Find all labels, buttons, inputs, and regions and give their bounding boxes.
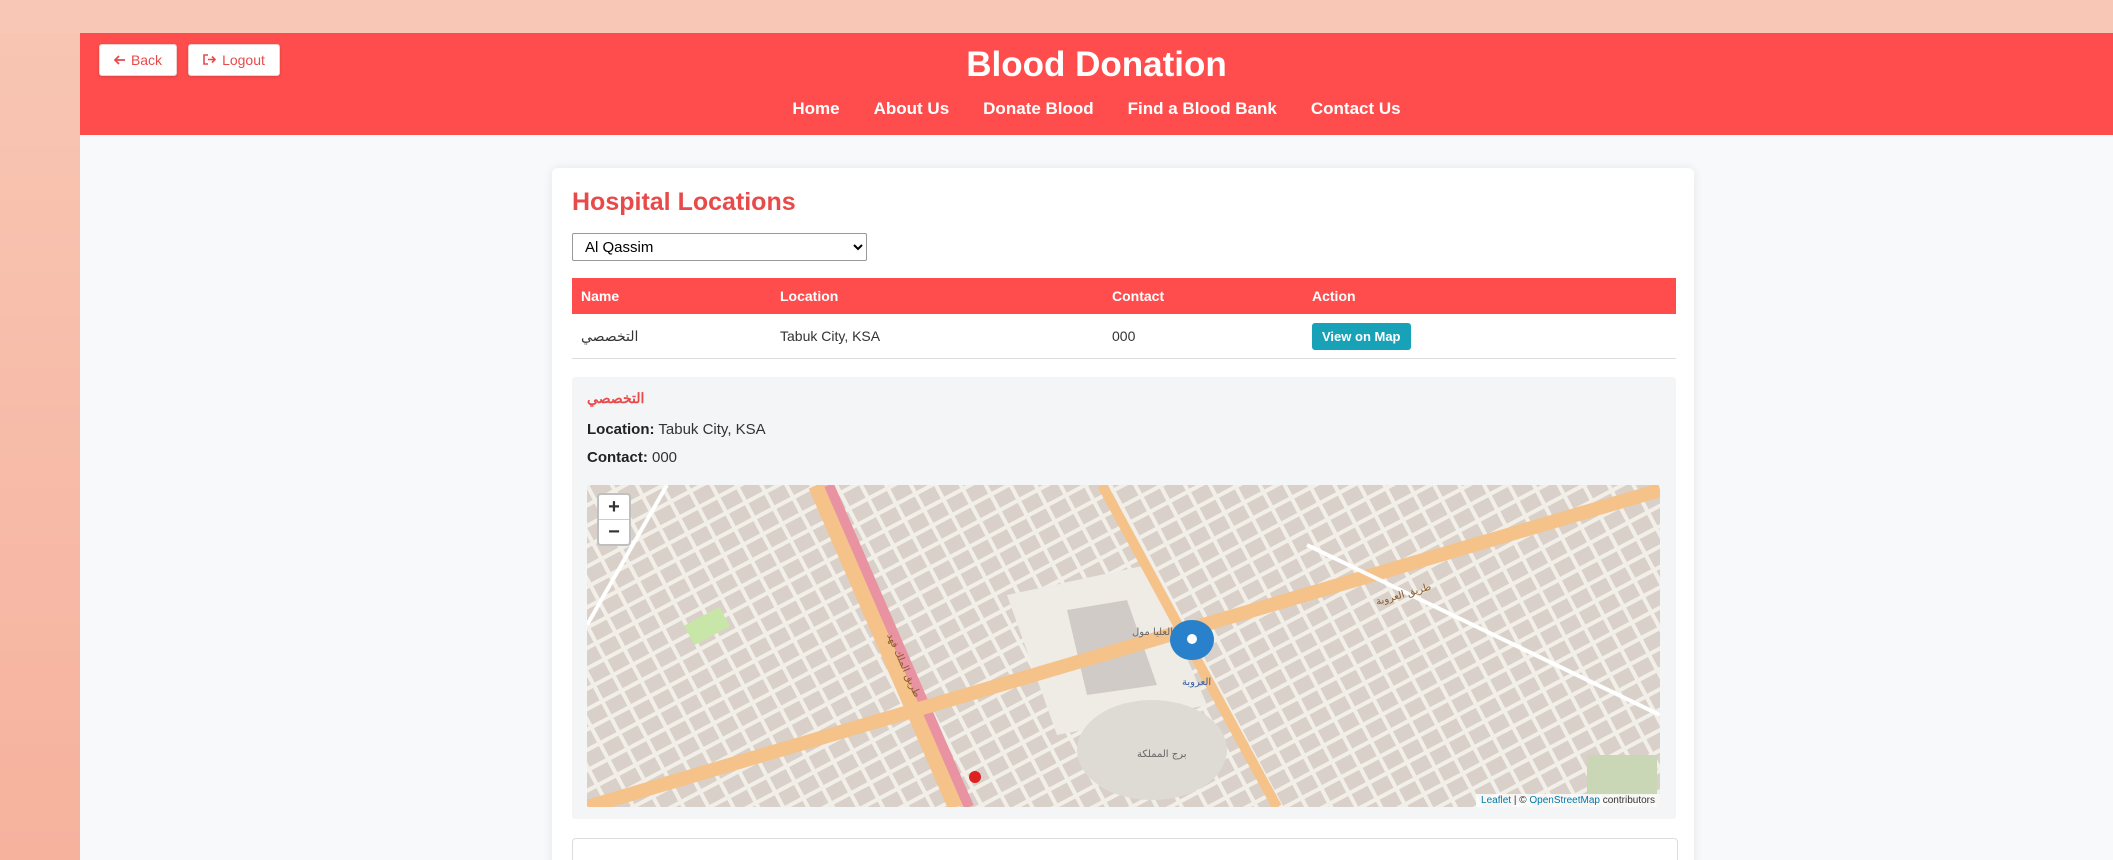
zoom-in-button[interactable]: +: [599, 495, 629, 519]
region-select[interactable]: Al Qassim: [572, 233, 867, 261]
detail-location-value: Tabuk City, KSA: [658, 421, 766, 438]
zoom-out-button[interactable]: −: [599, 519, 629, 544]
detail-location-label: Location:: [587, 421, 655, 438]
site-title: Blood Donation: [966, 45, 1227, 84]
map-label-tower: برج المملكة: [1137, 749, 1187, 760]
attribution-separator: | ©: [1511, 795, 1530, 806]
site-header: Back Logout Blood Donation Home About Us…: [80, 33, 2113, 135]
main-nav: Home About Us Donate Blood Find a Blood …: [80, 99, 2113, 119]
page-frame: Back Logout Blood Donation Home About Us…: [80, 33, 2113, 860]
hospital-locations-card: Hospital Locations Al Qassim Name Locati…: [552, 168, 1694, 860]
table-row: التخصصي Tabuk City, KSA 000 View on Map: [572, 314, 1676, 359]
map-tiles[interactable]: العليا مول برج المملكة العروبة طريق العر…: [587, 485, 1660, 807]
cell-action: View on Map: [1303, 314, 1676, 359]
attribution-suffix: contributors: [1599, 795, 1655, 806]
detail-contact-label: Contact:: [587, 449, 648, 466]
page-title: Hospital Locations: [572, 188, 796, 216]
view-on-map-button[interactable]: View on Map: [1312, 322, 1411, 350]
column-header-location: Location: [771, 278, 1103, 314]
column-header-action: Action: [1303, 278, 1676, 314]
map-marker-icon[interactable]: [1170, 620, 1214, 660]
detail-contact-line: Contact: 000: [587, 449, 677, 466]
cell-contact: 000: [1103, 314, 1303, 359]
column-header-name: Name: [572, 278, 771, 314]
detail-hospital-name: التخصصي: [587, 390, 645, 406]
detail-contact-value: 000: [652, 449, 678, 466]
map-attribution: Leaflet | © OpenStreetMap contributors: [1476, 794, 1660, 807]
map-label-district: العروبة: [1182, 677, 1211, 688]
openstreetmap-link[interactable]: OpenStreetMap: [1529, 795, 1600, 806]
zoom-control: + −: [597, 493, 631, 546]
hospital-detail-panel: التخصصي Location: Tabuk City, KSA Contac…: [572, 377, 1676, 819]
nav-home[interactable]: Home: [792, 99, 839, 119]
hospital-map[interactable]: العليا مول برج المملكة العروبة طريق العر…: [587, 485, 1660, 807]
nav-contact-us[interactable]: Contact Us: [1311, 99, 1401, 119]
hospitals-table: Name Location Contact Action التخصصي Tab…: [572, 278, 1676, 359]
nav-find-blood-bank[interactable]: Find a Blood Bank: [1128, 99, 1277, 119]
detail-location-line: Location: Tabuk City, KSA: [587, 421, 766, 438]
hospital-poi-icon: [969, 771, 981, 783]
map-green-area: [1587, 755, 1657, 795]
leaflet-link[interactable]: Leaflet: [1481, 795, 1511, 806]
nav-about-us[interactable]: About Us: [874, 99, 950, 119]
page-top-strip: [0, 0, 2113, 33]
next-section-card: [572, 838, 1678, 860]
table-header-row: Name Location Contact Action: [572, 278, 1676, 314]
cell-hospital-name: التخصصي: [572, 314, 771, 359]
column-header-contact: Contact: [1103, 278, 1303, 314]
cell-location: Tabuk City, KSA: [771, 314, 1103, 359]
map-label-mall: العليا مول: [1132, 627, 1173, 638]
nav-donate-blood[interactable]: Donate Blood: [983, 99, 1094, 119]
